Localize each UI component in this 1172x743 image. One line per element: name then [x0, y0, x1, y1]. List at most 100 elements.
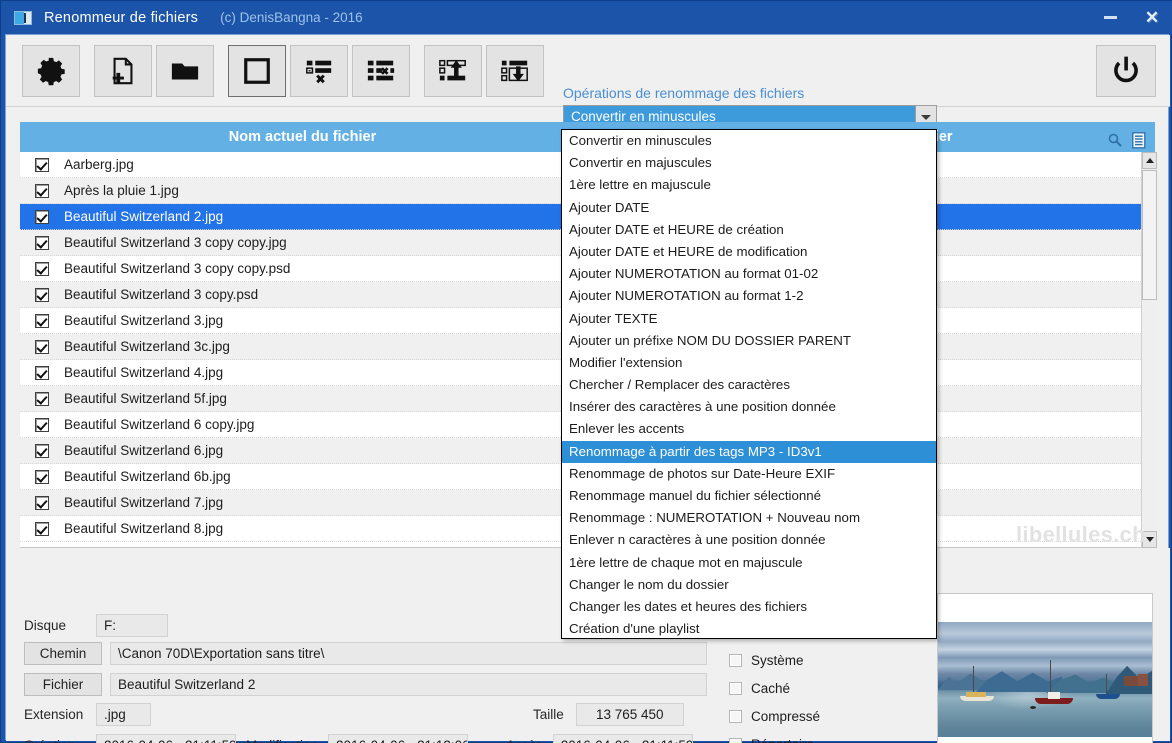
checkbox-icon[interactable] — [35, 183, 49, 198]
file-button[interactable]: Fichier — [24, 673, 102, 696]
attribute-checkbox-row[interactable]: Système — [729, 646, 832, 674]
dropdown-option[interactable]: Convertir en majuscules — [562, 152, 936, 174]
watermark: libellules.ch — [1016, 522, 1146, 547]
checkbox-icon[interactable] — [35, 339, 49, 354]
scrollbar-thumb[interactable] — [1142, 170, 1157, 300]
move-down-button[interactable] — [486, 45, 544, 97]
new-file-icon — [112, 57, 133, 85]
modification-row: Modification 2016-04-06 - 21:12:06 — [246, 734, 469, 743]
operations-dropdown-list[interactable]: Convertir en minuscules Convertir en maju… — [561, 129, 937, 639]
checkbox-icon[interactable] — [35, 521, 49, 536]
attribute-checkbox-row[interactable]: Compressé — [729, 702, 832, 730]
dropdown-option[interactable]: Renommage manuel du fichier sélectionné — [562, 485, 936, 507]
copy-icon[interactable] — [1131, 132, 1147, 150]
modification-value: 2016-04-06 - 21:12:06 — [328, 734, 469, 743]
dropdown-option[interactable]: Ajouter NUMEROTATION au format 01-02 — [562, 263, 936, 285]
checkbox-icon[interactable] — [35, 495, 49, 510]
disk-label: Disque — [24, 618, 67, 633]
row-checkbox-cell[interactable] — [20, 313, 64, 328]
power-button[interactable] — [1096, 45, 1156, 97]
path-value[interactable]: \Canon 70D\Exportation sans titre\ — [110, 642, 707, 665]
dropdown-option[interactable]: Convertir en minuscules — [562, 130, 936, 152]
row-checkbox-cell[interactable] — [20, 443, 64, 458]
column-header-current-name: Nom actuel du fichier — [228, 129, 377, 145]
file-value[interactable]: Beautiful Switzerland 2 — [110, 673, 707, 696]
checkbox-icon[interactable] — [35, 417, 49, 432]
dropdown-option[interactable]: Ajouter DATE et HEURE de création — [562, 219, 936, 241]
checkbox-icon[interactable] — [35, 365, 49, 380]
row-checkbox-cell[interactable] — [20, 391, 64, 406]
image-preview — [937, 593, 1153, 743]
minimize-button[interactable] — [1089, 1, 1131, 34]
checkbox-icon[interactable] — [35, 235, 49, 250]
dropdown-option[interactable]: Création d'une playlist — [562, 618, 936, 638]
row-checkbox-cell[interactable] — [20, 261, 64, 276]
scroll-up-button[interactable] — [1142, 152, 1157, 169]
dropdown-option[interactable]: 1ère lettre de chaque mot en majuscule — [562, 552, 936, 574]
row-checkbox-cell[interactable] — [20, 287, 64, 302]
dropdown-option[interactable]: Ajouter DATE et HEURE de modification — [562, 241, 936, 263]
dropdown-option[interactable]: Renommage à partir des tags MP3 - ID3v1 — [562, 440, 936, 463]
list-remove-icon — [306, 60, 332, 84]
row-checkbox-cell[interactable] — [20, 495, 64, 510]
checkbox-icon[interactable] — [35, 261, 49, 276]
checkbox-icon[interactable] — [729, 653, 742, 667]
dropdown-option[interactable]: Changer les dates et heures des fichiers — [562, 596, 936, 618]
dropdown-option[interactable]: Enlever n caractères à une position donn… — [562, 529, 936, 551]
dropdown-option[interactable]: Ajouter un préfixe NOM DU DOSSIER PARENT — [562, 330, 936, 352]
access-label: Accès — [506, 738, 543, 743]
extension-value[interactable]: .jpg — [96, 703, 151, 726]
dropdown-option[interactable]: 1ère lettre en majuscule — [562, 174, 936, 196]
row-checkbox-cell[interactable] — [20, 183, 64, 198]
path-button[interactable]: Chemin — [24, 642, 102, 665]
clear-list-button[interactable] — [352, 45, 410, 97]
size-value: 13 765 450 — [575, 703, 684, 726]
move-up-button[interactable] — [424, 45, 482, 97]
dropdown-option[interactable]: Ajouter TEXTE — [562, 308, 936, 330]
dropdown-option[interactable]: Modifier l'extension — [562, 352, 936, 374]
dropdown-option[interactable]: Renommage : NUMEROTATION + Nouveau nom — [562, 507, 936, 529]
dropdown-option[interactable]: Renommage de photos sur Date-Heure EXIF — [562, 463, 936, 485]
creation-label: Création — [24, 738, 96, 743]
checkbox-icon[interactable] — [35, 287, 49, 302]
select-none-button[interactable] — [228, 45, 286, 97]
row-checkbox-cell[interactable] — [20, 365, 64, 380]
search-icon[interactable] — [1107, 132, 1123, 150]
dropdown-option[interactable]: Changer le nom du dossier — [562, 574, 936, 596]
checkbox-icon[interactable] — [35, 391, 49, 406]
row-checkbox-cell[interactable] — [20, 521, 64, 536]
close-icon: ✕ — [1144, 8, 1160, 27]
checkbox-icon[interactable] — [729, 709, 742, 723]
row-checkbox-cell[interactable] — [20, 157, 64, 172]
dropdown-option[interactable]: Ajouter NUMEROTATION au format 1-2 — [562, 285, 936, 307]
checkbox-icon[interactable] — [35, 157, 49, 172]
file-name-cell: Beautiful Switzerland 6 copy.jpg — [64, 417, 255, 432]
settings-button[interactable] — [22, 45, 80, 97]
attribute-checkbox-row[interactable]: Caché — [729, 674, 832, 702]
file-name-cell: Beautiful Switzerland 7.jpg — [64, 495, 224, 510]
checkbox-icon[interactable] — [729, 681, 742, 695]
remove-entry-button[interactable] — [290, 45, 348, 97]
row-checkbox-cell[interactable] — [20, 469, 64, 484]
checkbox-icon[interactable] — [35, 313, 49, 328]
attribute-checkbox-row[interactable]: Répertoire — [729, 730, 832, 743]
row-checkbox-cell[interactable] — [20, 417, 64, 432]
attribute-label: Répertoire — [751, 737, 814, 743]
dropdown-option[interactable]: Chercher / Remplacer des caractères — [562, 374, 936, 396]
checkbox-icon[interactable] — [35, 209, 49, 224]
dropdown-option[interactable]: Insérer des caractères à une position do… — [562, 396, 936, 418]
row-checkbox-cell[interactable] — [20, 209, 64, 224]
checkbox-icon[interactable] — [35, 469, 49, 484]
dropdown-option[interactable]: Ajouter DATE — [562, 197, 936, 219]
new-file-button[interactable] — [94, 45, 152, 97]
checkbox-icon[interactable] — [35, 443, 49, 458]
dropdown-option[interactable]: Enlever les accents — [562, 418, 936, 440]
file-list-scrollbar[interactable] — [1141, 152, 1157, 548]
extension-row: Extension .jpg — [24, 703, 151, 726]
open-folder-button[interactable] — [156, 45, 214, 97]
row-checkbox-cell[interactable] — [20, 339, 64, 354]
checkbox-icon[interactable] — [729, 737, 742, 743]
creation-row: Création 2016-04-06 - 21:11:59 — [24, 734, 236, 743]
close-button[interactable]: ✕ — [1131, 1, 1172, 34]
row-checkbox-cell[interactable] — [20, 235, 64, 250]
